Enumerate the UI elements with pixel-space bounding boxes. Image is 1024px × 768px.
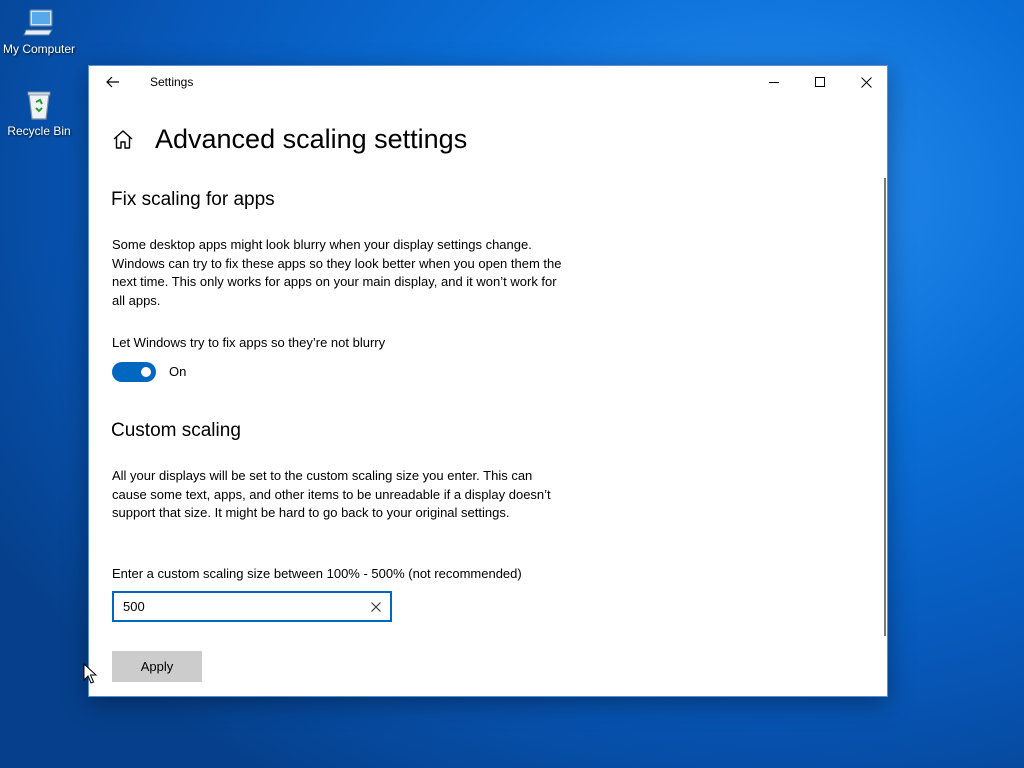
mouse-cursor-icon xyxy=(83,663,97,684)
desktop-icon-my-computer[interactable]: My Computer xyxy=(1,6,77,56)
fix-scaling-description: Some desktop apps might look blurry when… xyxy=(112,237,562,308)
back-button[interactable] xyxy=(101,70,125,94)
recycle-bin-icon xyxy=(27,91,51,120)
clear-icon xyxy=(371,602,381,612)
close-icon xyxy=(860,76,872,88)
scrollbar[interactable] xyxy=(884,178,886,636)
settings-window: Settings Advanced scaling settings Fix s… xyxy=(88,65,888,697)
apply-button[interactable]: Apply xyxy=(112,651,202,682)
custom-scaling-field[interactable] xyxy=(112,591,392,622)
clear-input-button[interactable] xyxy=(368,599,384,615)
minimize-icon xyxy=(769,82,779,83)
maximize-button[interactable] xyxy=(797,66,843,98)
fix-scaling-heading: Fix scaling for apps xyxy=(111,189,275,210)
page-title: Advanced scaling settings xyxy=(155,124,468,154)
custom-scaling-input-label: Enter a custom scaling size between 100%… xyxy=(112,566,522,581)
desktop-icon-label: Recycle Bin xyxy=(7,124,71,138)
toggle-knob xyxy=(141,367,151,377)
title-bar: Settings xyxy=(89,66,887,98)
toggle-label: Let Windows try to fix apps so they’re n… xyxy=(112,335,386,350)
page-header: Advanced scaling settings xyxy=(111,124,467,155)
window-title: Settings xyxy=(150,75,194,89)
fix-blurry-apps-toggle[interactable] xyxy=(112,362,156,382)
desktop-icon-label: My Computer xyxy=(2,42,76,56)
custom-scaling-input[interactable] xyxy=(123,597,353,616)
home-icon[interactable] xyxy=(111,128,135,152)
desktop-icon-recycle-bin[interactable]: Recycle Bin xyxy=(1,88,77,138)
custom-scaling-heading: Custom scaling xyxy=(111,420,241,441)
back-arrow-icon xyxy=(106,76,119,88)
close-button[interactable] xyxy=(843,66,887,98)
toggle-state-label: On xyxy=(169,364,187,379)
maximize-icon xyxy=(815,77,825,87)
custom-scaling-description: All your displays will be set to the cus… xyxy=(112,468,551,520)
minimize-button[interactable] xyxy=(751,66,797,98)
computer-icon xyxy=(23,9,53,36)
